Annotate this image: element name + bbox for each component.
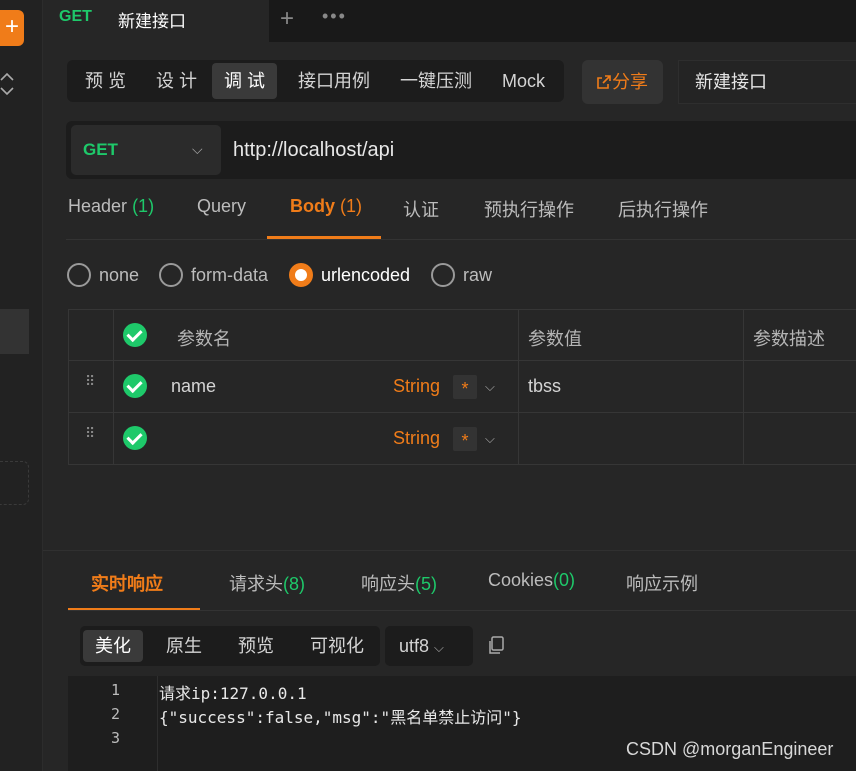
- tab-label: Cookies: [488, 570, 554, 590]
- tab-label: 认证: [403, 200, 439, 220]
- param-name-input[interactable]: name: [171, 376, 216, 397]
- required-badge[interactable]: *: [453, 375, 477, 399]
- view-visualize[interactable]: 可视化: [298, 630, 376, 662]
- tab-label: Query: [197, 196, 247, 216]
- divider: [66, 239, 856, 240]
- radio-form-data[interactable]: form-data: [159, 262, 268, 288]
- more-icon[interactable]: •••: [322, 6, 347, 27]
- chevron-down-icon: ⌵: [434, 640, 444, 655]
- share-icon: [597, 75, 611, 89]
- chevron-down-icon: ⌵: [192, 141, 203, 157]
- param-value-input[interactable]: tbss: [528, 376, 561, 397]
- chevron-down-icon[interactable]: ⌵: [485, 379, 495, 395]
- radio-label: none: [99, 264, 140, 285]
- divider: [68, 610, 856, 611]
- radio-label: form-data: [191, 264, 269, 285]
- api-name-input[interactable]: 新建接口: [678, 60, 856, 104]
- select-all-check-icon[interactable]: [123, 323, 147, 347]
- view-preview[interactable]: 预览: [226, 630, 286, 662]
- row-check-icon[interactable]: [123, 426, 147, 450]
- method-value: GET: [83, 140, 118, 159]
- tab-count: (5): [415, 574, 437, 594]
- tab-live-response[interactable]: 实时响应: [91, 570, 163, 596]
- radio-label: raw: [463, 264, 493, 285]
- watermark: CSDN @morganEngineer: [626, 739, 834, 759]
- tab-body[interactable]: Body (1): [290, 196, 362, 217]
- drag-handle-icon[interactable]: ⠿: [85, 426, 99, 440]
- radio-urlencoded[interactable]: urlencoded: [289, 262, 410, 288]
- tab-label: 预执行操作: [484, 200, 574, 220]
- tab-title: 新建接口: [118, 12, 186, 31]
- tab-label: 后执行操作: [618, 200, 708, 220]
- param-type-select[interactable]: String: [393, 428, 440, 449]
- column-header-name: 参数名: [177, 329, 231, 349]
- tab-auth[interactable]: 认证: [403, 196, 439, 222]
- divider: [43, 550, 856, 551]
- share-button[interactable]: 分享: [582, 60, 663, 104]
- column-header-desc: 参数描述: [753, 329, 825, 349]
- tab-label: Header: [68, 196, 128, 216]
- tab-label: 实时响应: [91, 574, 163, 594]
- view-pretty[interactable]: 美化: [83, 630, 143, 662]
- share-label: 分享: [612, 72, 648, 92]
- sidebar-selected-item[interactable]: [0, 309, 29, 354]
- view-mode-switcher: 美化 原生 预览 可视化: [80, 626, 380, 666]
- tab-post-script[interactable]: 后执行操作: [618, 196, 708, 222]
- tab-count: (1): [132, 196, 155, 216]
- radio-none[interactable]: none: [67, 262, 139, 288]
- view-raw[interactable]: 原生: [154, 630, 214, 662]
- mode-stress-test[interactable]: 一键压测: [388, 63, 484, 99]
- param-type-select[interactable]: String: [393, 376, 440, 397]
- line-number: 1: [110, 681, 120, 699]
- required-badge[interactable]: *: [453, 427, 477, 451]
- tab-pre-script[interactable]: 预执行操作: [484, 196, 574, 222]
- left-sidebar: [0, 0, 43, 771]
- plus-icon[interactable]: +: [280, 5, 294, 33]
- encoding-select[interactable]: utf8 ⌵: [385, 626, 473, 666]
- mode-test-cases[interactable]: 接口用例: [286, 63, 382, 99]
- mode-switcher: 预 览 设 计 调 试 接口用例 一键压测 Mock: [67, 60, 564, 102]
- tab-count: (0): [553, 570, 576, 590]
- tab-request-headers[interactable]: 请求头(8): [229, 570, 305, 596]
- code-line: 请求ip:127.0.0.1: [159, 684, 307, 703]
- tab-query[interactable]: Query: [197, 196, 246, 217]
- line-number: 3: [110, 729, 120, 747]
- mode-debug[interactable]: 调 试: [212, 63, 278, 99]
- add-icon[interactable]: +: [0, 10, 24, 46]
- tab-response-headers[interactable]: 响应头(5): [361, 570, 437, 596]
- row-check-icon[interactable]: [123, 374, 147, 398]
- mode-mock[interactable]: Mock: [490, 63, 557, 99]
- tab-cookies[interactable]: Cookies(0): [488, 570, 575, 591]
- chevron-down-icon[interactable]: ⌵: [485, 431, 495, 447]
- url-input[interactable]: http://localhost/api: [233, 139, 394, 162]
- mode-design[interactable]: 设 计: [144, 63, 209, 99]
- gutter-divider: [157, 676, 158, 771]
- tab-header[interactable]: Header (1): [68, 196, 154, 217]
- radio-label: urlencoded: [321, 264, 411, 285]
- tab-label: 响应示例: [626, 574, 698, 594]
- tab-count: (1): [340, 196, 363, 216]
- mode-preview[interactable]: 预 览: [73, 63, 138, 99]
- tab-response-examples[interactable]: 响应示例: [626, 570, 698, 596]
- tab-label: 响应头: [361, 574, 415, 594]
- line-number: 2: [110, 705, 120, 723]
- tab-count: (8): [283, 574, 305, 594]
- radio-raw[interactable]: raw: [431, 262, 492, 288]
- tab-label: 请求头: [229, 574, 283, 594]
- column-header-value: 参数值: [528, 329, 582, 349]
- code-line: {"success":false,"msg":"黑名单禁止访问"}: [159, 708, 522, 727]
- sidebar-drop-zone: [0, 461, 29, 505]
- drag-handle-icon[interactable]: ⠿: [85, 374, 99, 388]
- tab-method-label: GET: [59, 8, 92, 25]
- copy-icon[interactable]: [487, 636, 505, 656]
- tab-label: Body: [290, 196, 335, 216]
- sort-icon[interactable]: [0, 70, 16, 98]
- encoding-value: utf8: [399, 636, 430, 656]
